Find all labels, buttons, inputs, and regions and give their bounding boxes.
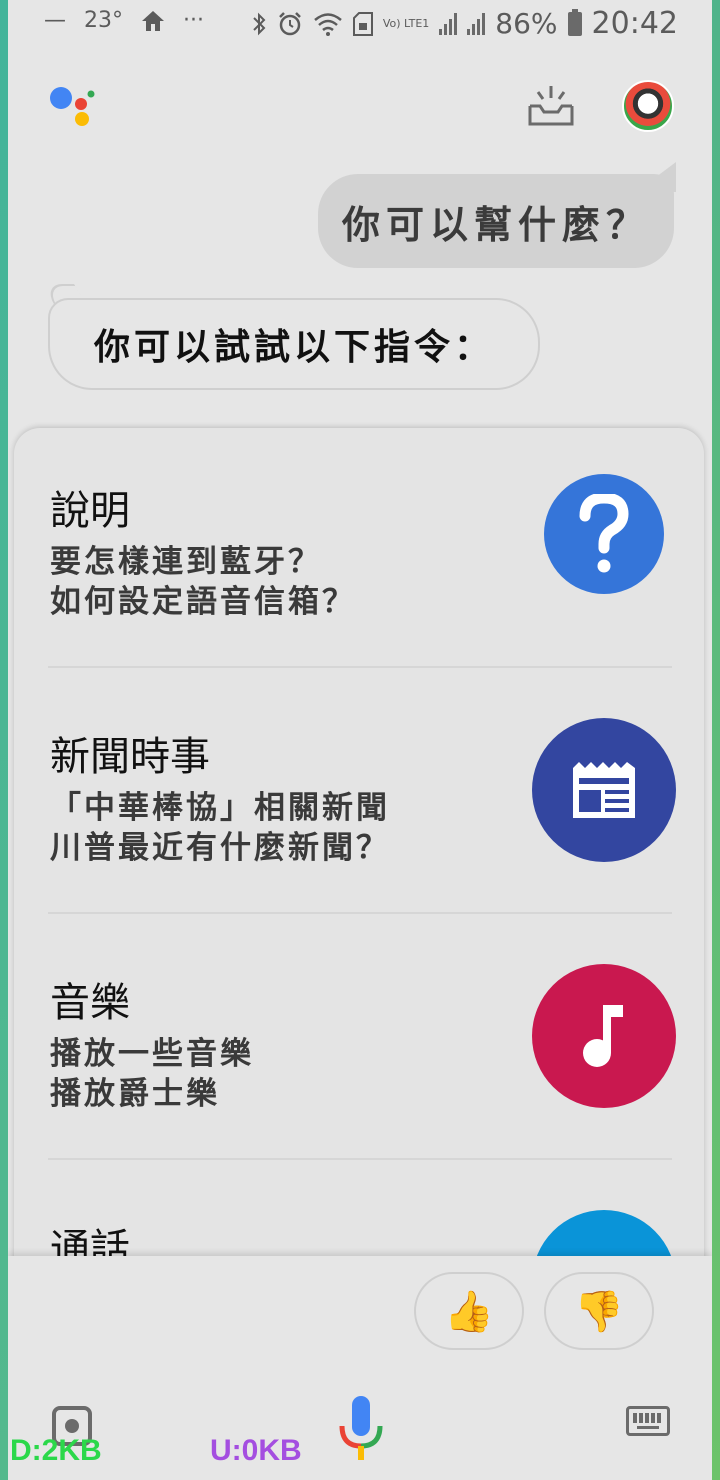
microphone-icon[interactable] bbox=[338, 1394, 384, 1466]
suggestion-music[interactable]: 音樂 播放一些音樂 播放爵士樂 bbox=[14, 920, 704, 1166]
left-edge-panel bbox=[0, 0, 8, 1480]
right-edge-panel[interactable] bbox=[712, 0, 720, 1480]
divider bbox=[48, 666, 672, 668]
alarm-icon bbox=[278, 11, 301, 35]
thumbs-down-button[interactable]: 👎 bbox=[544, 1272, 654, 1350]
input-panel: 👍 👎 D:2KB U:0KB bbox=[8, 1256, 712, 1480]
newspaper-icon bbox=[532, 718, 676, 862]
upload-speed: U:0KB bbox=[210, 1434, 302, 1467]
user-query-bubble: 你可以幫什麼？ bbox=[318, 174, 674, 268]
suggestions-card: 說明 要怎樣連到藍牙？ 如何設定語音信箱？ 新聞時事 「中華棒協」相關新聞 川普… bbox=[14, 428, 704, 1328]
snapshot-tray-icon[interactable] bbox=[526, 84, 576, 128]
signal-strength-icon bbox=[439, 12, 458, 35]
suggestion-example[interactable]: 要怎樣連到藍牙？ bbox=[50, 536, 322, 581]
suggestion-help[interactable]: 說明 要怎樣連到藍牙？ 如何設定語音信箱？ bbox=[14, 428, 704, 674]
assistant-screen: — 23° ··· Vo) LTE1 86% 20:42 你可以幫什麼？ 你可以… bbox=[8, 0, 712, 1480]
download-speed: D:2KB bbox=[10, 1434, 102, 1467]
suggestion-example[interactable]: 「中華棒協」相關新聞 bbox=[50, 782, 390, 827]
suggestion-title: 新聞時事 bbox=[50, 734, 210, 780]
clock: 20:42 bbox=[591, 6, 678, 41]
volte-lte-indicator: Vo) LTE1 bbox=[382, 17, 430, 30]
status-bar: — 23° ··· Vo) LTE1 86% 20:42 bbox=[8, 0, 712, 50]
bluetooth-icon bbox=[253, 12, 266, 35]
thumbs-up-button[interactable]: 👍 bbox=[414, 1272, 524, 1350]
minimize-icon: — bbox=[44, 8, 66, 33]
suggestion-news[interactable]: 新聞時事 「中華棒協」相關新聞 川普最近有什麼新聞？ bbox=[14, 674, 704, 920]
divider bbox=[48, 912, 672, 914]
help-icon bbox=[544, 474, 664, 594]
divider bbox=[48, 1158, 672, 1160]
suggestion-title: 說明 bbox=[50, 488, 130, 534]
suggestion-example[interactable]: 播放一些音樂 bbox=[50, 1028, 254, 1073]
suggestion-example[interactable]: 播放爵士樂 bbox=[50, 1068, 220, 1113]
assistant-reply-bubble: 你可以試試以下指令： bbox=[48, 298, 540, 390]
suggestion-example[interactable]: 川普最近有什麼新聞？ bbox=[50, 822, 390, 867]
suggestion-title: 音樂 bbox=[50, 980, 130, 1026]
home-icon bbox=[142, 10, 164, 31]
more-notifications-icon: ··· bbox=[183, 8, 204, 33]
signal-strength-2-icon bbox=[467, 12, 486, 35]
battery-percent: 86% bbox=[495, 7, 558, 40]
weather-temperature: 23° bbox=[84, 8, 123, 33]
assistant-header bbox=[8, 60, 712, 150]
google-assistant-logo bbox=[50, 87, 95, 126]
battery-icon bbox=[567, 8, 582, 36]
keyboard-icon[interactable] bbox=[626, 1406, 670, 1436]
music-note-icon bbox=[532, 964, 676, 1108]
user-avatar[interactable] bbox=[622, 80, 674, 132]
sim-card-icon bbox=[352, 11, 373, 36]
suggestion-example[interactable]: 如何設定語音信箱？ bbox=[50, 576, 356, 621]
wifi-icon bbox=[314, 12, 342, 36]
